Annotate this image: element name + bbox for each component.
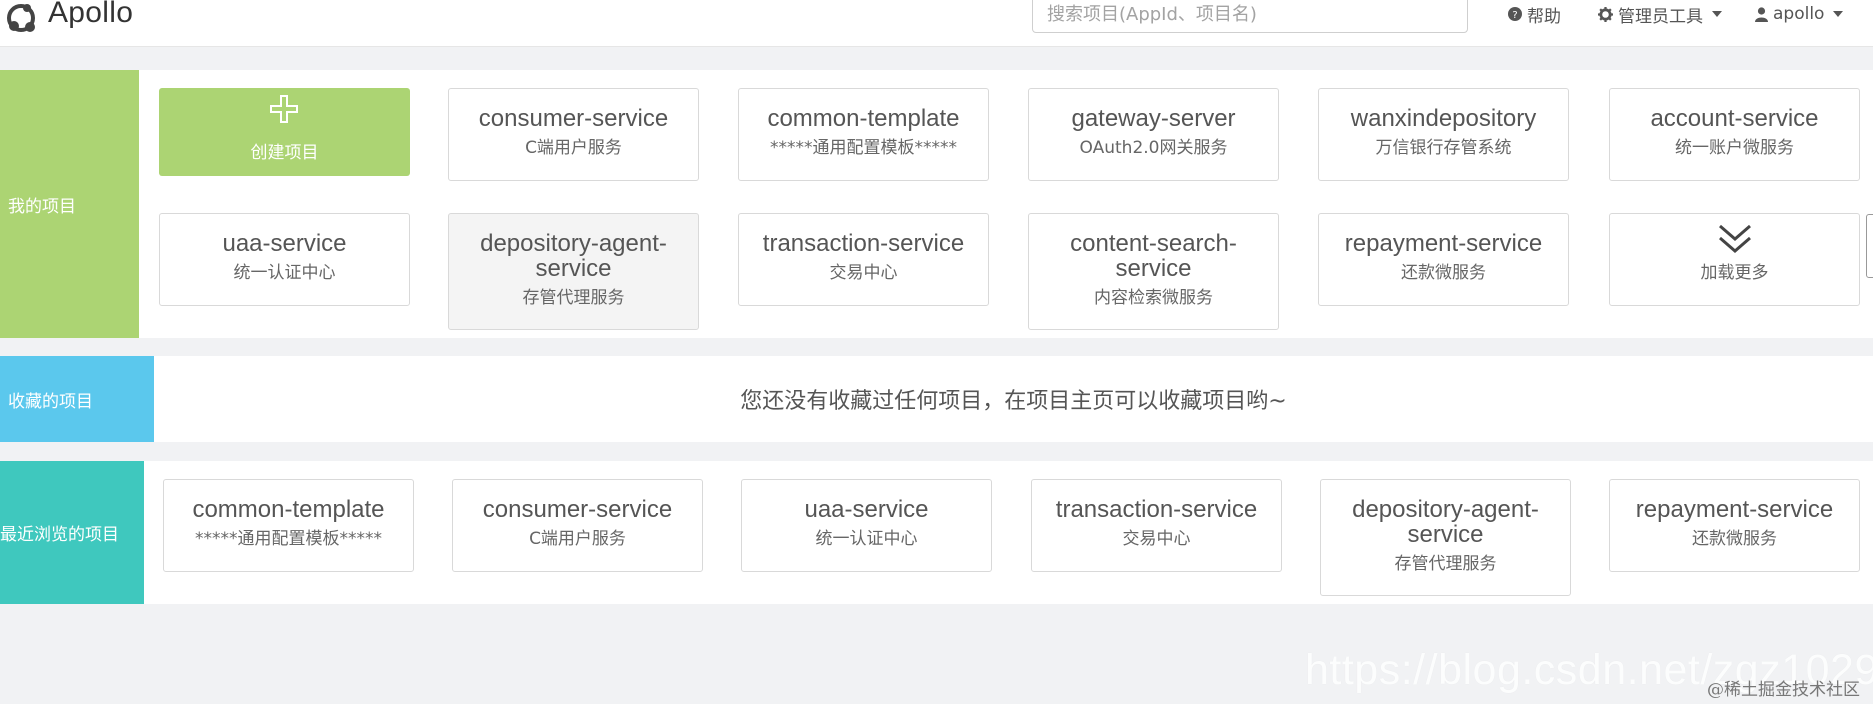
project-card[interactable]: common-template *****通用配置模板***** (738, 88, 989, 181)
favorites-label: 收藏的项目 (0, 356, 154, 442)
recent-project-card[interactable]: consumer-service C端用户服务 (452, 479, 703, 572)
project-name: depository-agent-service (480, 230, 667, 282)
brand-name[interactable]: Apollo (48, 0, 133, 30)
help-label: 帮助 (1527, 6, 1561, 27)
project-desc: 还款微服务 (1692, 529, 1777, 549)
project-desc: *****通用配置模板***** (770, 138, 957, 158)
project-desc: 内容检索微服务 (1094, 288, 1213, 308)
project-desc: C端用户服务 (525, 138, 622, 158)
project-card[interactable]: wanxindepository 万信银行存管系统 (1318, 88, 1569, 181)
project-card[interactable]: account-service 统一账户微服务 (1609, 88, 1860, 181)
project-desc: 存管代理服务 (522, 288, 625, 308)
favorites-section: 收藏的项目 您还没有收藏过任何项目，在项目主页可以收藏项目哟~ (0, 356, 1873, 442)
project-desc: 统一认证中心 (815, 529, 918, 549)
svg-text:?: ? (1512, 10, 1517, 21)
recent-project-card[interactable]: depository-agent-service 存管代理服务 (1320, 479, 1571, 596)
create-project-button[interactable]: 创建项目 (159, 88, 410, 176)
user-menu-dropdown[interactable]: apollo (1755, 2, 1844, 26)
my-projects-section: 我的项目 创建项目 consumer-service C端用户服务 common… (0, 70, 1873, 338)
user-name: apollo (1773, 4, 1825, 24)
project-desc: 统一认证中心 (233, 263, 336, 283)
apollo-logo-icon[interactable] (0, 0, 48, 48)
project-card[interactable]: transaction-service 交易中心 (738, 213, 989, 306)
project-card[interactable]: uaa-service 统一认证中心 (159, 213, 410, 306)
user-icon (1755, 6, 1768, 22)
search-input[interactable] (1032, 0, 1468, 33)
admin-tools-label: 管理员工具 (1618, 6, 1703, 27)
project-name: repayment-service (1344, 230, 1543, 257)
favorites-empty-message: 您还没有收藏过任何项目，在项目主页可以收藏项目哟~ (740, 389, 1287, 414)
help-link[interactable]: ? 帮助 (1508, 2, 1561, 27)
recent-projects-label: 最近浏览的项目 (0, 461, 144, 604)
create-project-label: 创建项目 (250, 143, 319, 163)
project-desc: 交易中心 (829, 263, 898, 283)
project-desc: 存管代理服务 (1394, 554, 1497, 574)
project-name: wanxindepository (1350, 105, 1537, 132)
project-name: transaction-service (1055, 496, 1258, 523)
project-name: depository-agent-service (1352, 496, 1539, 548)
project-card[interactable]: consumer-service C端用户服务 (448, 88, 699, 181)
load-more-label: 加载更多 (1700, 263, 1769, 283)
project-card[interactable]: content-search-service 内容检索微服务 (1028, 213, 1279, 330)
project-desc: *****通用配置模板***** (195, 529, 382, 549)
recent-project-card[interactable]: transaction-service 交易中心 (1031, 479, 1282, 572)
chevron-down-icon (1712, 11, 1722, 17)
project-desc: OAuth2.0网关服务 (1079, 138, 1228, 158)
recent-project-card[interactable]: common-template *****通用配置模板***** (163, 479, 414, 572)
plus-icon (270, 95, 298, 123)
admin-tools-dropdown[interactable]: 管理员工具 (1598, 2, 1722, 27)
project-name: transaction-service (762, 230, 965, 257)
project-name: uaa-service (222, 230, 347, 257)
project-desc: C端用户服务 (529, 529, 626, 549)
my-projects-label: 我的项目 (0, 70, 139, 338)
project-name: consumer-service (478, 105, 669, 132)
project-name: gateway-server (1071, 105, 1236, 132)
project-desc: 交易中心 (1122, 529, 1191, 549)
project-name: content-search-service (1070, 230, 1237, 282)
project-desc: 还款微服务 (1401, 263, 1486, 283)
recent-projects-section: 最近浏览的项目 common-template *****通用配置模板*****… (0, 461, 1873, 604)
project-card[interactable]: gateway-server OAuth2.0网关服务 (1028, 88, 1279, 181)
watermark-site: @稀土掘金技术社区 (1707, 680, 1860, 700)
project-card[interactable]: depository-agent-service 存管代理服务 (448, 213, 699, 330)
project-name: repayment-service (1635, 496, 1834, 523)
question-circle-icon: ? (1508, 7, 1522, 21)
project-name: uaa-service (804, 496, 929, 523)
gear-icon (1598, 6, 1613, 22)
recent-project-card[interactable]: uaa-service 统一认证中心 (741, 479, 992, 572)
double-chevron-down-icon (1718, 224, 1751, 253)
project-desc: 统一账户微服务 (1675, 138, 1794, 158)
project-desc: 万信银行存管系统 (1375, 138, 1512, 158)
side-tab[interactable] (1866, 214, 1873, 278)
project-name: common-template (767, 105, 960, 132)
chevron-down-icon (1833, 11, 1844, 17)
load-more-button[interactable]: 加载更多 (1609, 213, 1860, 306)
recent-project-card[interactable]: repayment-service 还款微服务 (1609, 479, 1860, 572)
project-name: account-service (1650, 105, 1819, 132)
project-card[interactable]: repayment-service 还款微服务 (1318, 213, 1569, 306)
top-navbar: Apollo ? 帮助 管理员工具 apollo (0, 0, 1873, 47)
project-name: consumer-service (482, 496, 673, 523)
project-name: common-template (192, 496, 385, 523)
